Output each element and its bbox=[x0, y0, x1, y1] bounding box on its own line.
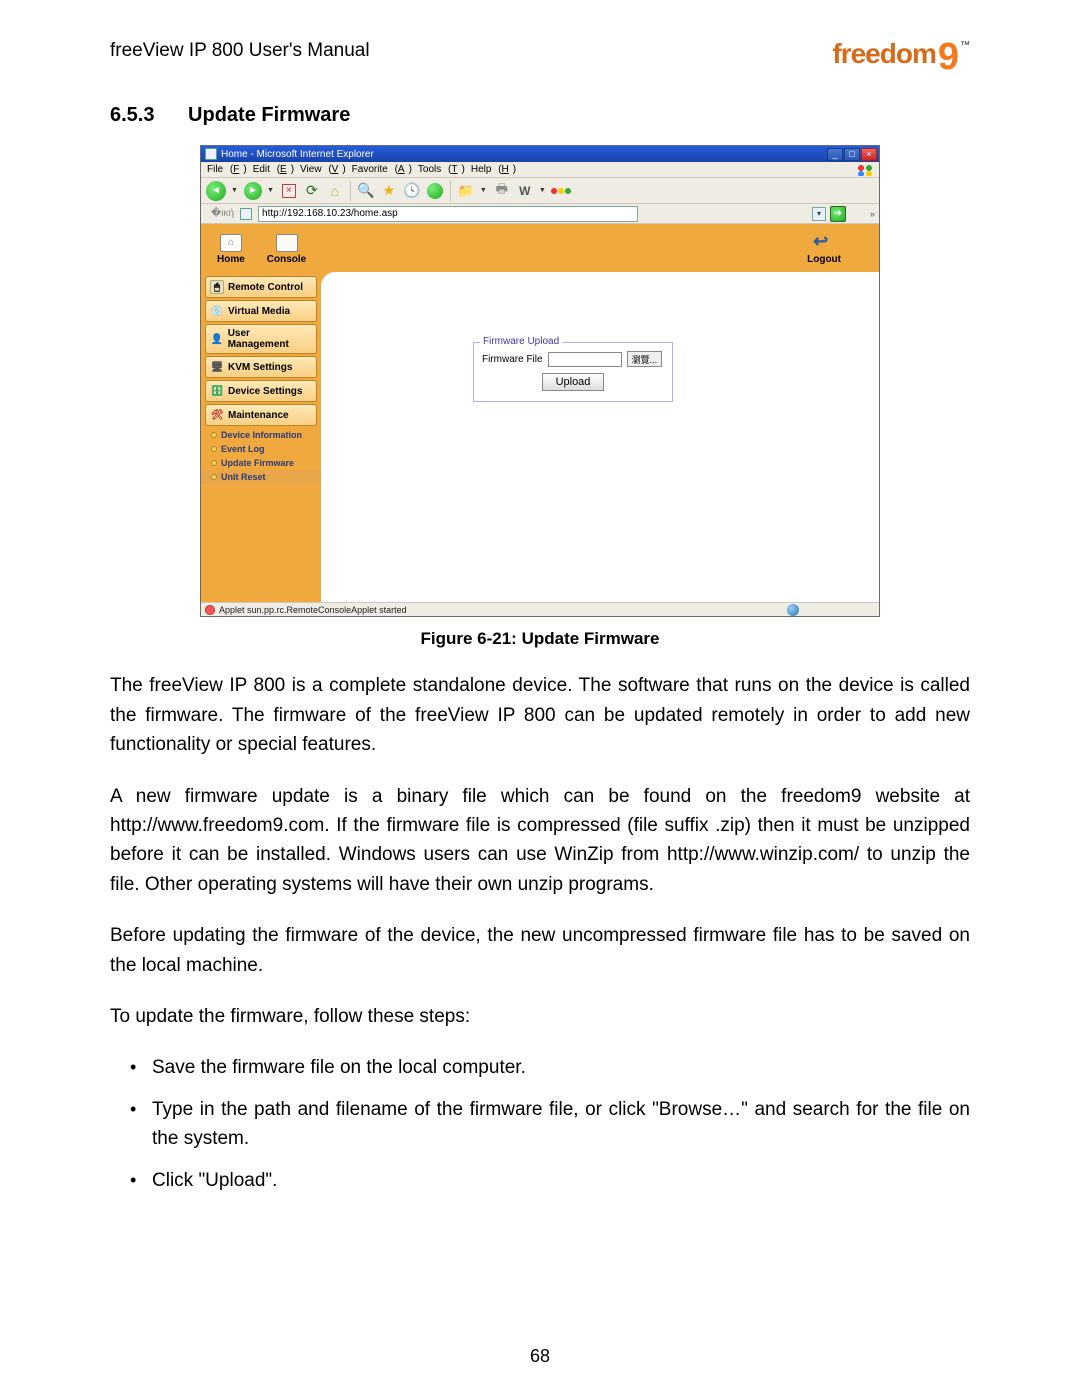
logo-digit: 9 bbox=[938, 40, 959, 74]
sidebar-sub-event-log[interactable]: Event Log bbox=[201, 442, 321, 456]
remote-control-icon: 🖱 bbox=[210, 280, 224, 294]
virtual-media-icon: 💿 bbox=[210, 304, 224, 318]
logout-icon: ↩ bbox=[813, 234, 835, 252]
close-button[interactable]: × bbox=[861, 148, 877, 161]
address-input[interactable]: http://192.168.10.23/home.asp bbox=[258, 206, 638, 222]
firmware-legend: Firmware Upload bbox=[480, 336, 562, 347]
stop-button[interactable]: × bbox=[279, 181, 299, 201]
edit-dropdown[interactable]: ▼ bbox=[539, 187, 546, 194]
sidebar-item-user-management[interactable]: 👤 User Management bbox=[205, 324, 317, 354]
toolbar-separator bbox=[350, 181, 351, 201]
java-icon bbox=[205, 605, 215, 615]
logo-word: freedom bbox=[832, 40, 935, 68]
nav-home[interactable]: ⌂ Home bbox=[217, 234, 245, 265]
bullet-icon bbox=[211, 446, 217, 452]
back-dropdown[interactable]: ▼ bbox=[231, 187, 238, 194]
steps-list: Save the firmware file on the local comp… bbox=[110, 1054, 970, 1196]
bullet-icon bbox=[211, 474, 217, 480]
print-button[interactable]: 🖶 bbox=[492, 181, 512, 201]
main-panel: Firmware Upload Firmware File 瀏覽... Uplo… bbox=[321, 272, 879, 602]
home-button[interactable]: ⌂ bbox=[325, 181, 345, 201]
nav-logout[interactable]: ↩ Logout bbox=[807, 234, 841, 265]
address-dropdown[interactable]: ▾ bbox=[812, 207, 826, 221]
sidebar-item-remote-control[interactable]: 🖱 Remote Control bbox=[205, 276, 317, 298]
sidebar-sub-unit-reset[interactable]: Unit Reset bbox=[201, 470, 321, 484]
refresh-button[interactable]: ⟳ bbox=[302, 181, 322, 201]
console-icon bbox=[276, 234, 298, 252]
sidebar-item-device-settings[interactable]: 🗄 Device Settings bbox=[205, 380, 317, 402]
status-text: Applet sun.pp.rc.RemoteConsoleApplet sta… bbox=[219, 605, 407, 615]
menubar: File (F) Edit (E) View (V) Favorite (A) … bbox=[201, 162, 879, 178]
paragraph-4: To update the firmware, follow these ste… bbox=[110, 1002, 970, 1031]
firmware-file-input[interactable] bbox=[548, 352, 622, 367]
firmware-file-label: Firmware File bbox=[482, 354, 543, 365]
menu-tools[interactable]: Tools (T) bbox=[418, 164, 465, 175]
device-settings-icon: 🗄 bbox=[210, 384, 224, 398]
menu-favorite[interactable]: Favorite (A) bbox=[352, 164, 412, 175]
toolbar-overflow-icon[interactable]: » bbox=[870, 209, 873, 219]
sidebar-item-virtual-media[interactable]: 💿 Virtual Media bbox=[205, 300, 317, 322]
menu-edit[interactable]: Edit (E) bbox=[253, 164, 294, 175]
page-body: ⌂ Home Console ↩ Logout 🖱 Remote Control… bbox=[201, 224, 879, 602]
kvm-settings-icon: 🖥 bbox=[210, 360, 224, 374]
internet-zone-icon bbox=[787, 604, 799, 616]
favorites-button[interactable]: ★ bbox=[379, 181, 399, 201]
section-title: Update Firmware bbox=[188, 104, 350, 126]
list-item: Type in the path and filename of the fir… bbox=[130, 1096, 970, 1153]
browse-button[interactable]: 瀏覽... bbox=[627, 351, 663, 367]
toolbar-separator bbox=[450, 181, 451, 201]
history-button[interactable]: 🕓 bbox=[402, 181, 422, 201]
window-title: Home - Microsoft Internet Explorer bbox=[221, 149, 374, 160]
user-management-icon: 👤 bbox=[210, 332, 224, 346]
figure-caption: Figure 6-21: Update Firmware bbox=[110, 629, 970, 649]
back-button[interactable]: ◄ bbox=[205, 180, 227, 202]
go-button[interactable]: ➜ bbox=[830, 206, 846, 222]
page-number: 68 bbox=[0, 1346, 1080, 1367]
section-heading: 6.5.3 Update Firmware bbox=[110, 104, 970, 127]
maintenance-icon: 🛠 bbox=[210, 408, 224, 422]
section-number: 6.5.3 bbox=[110, 104, 154, 126]
sidebar-item-kvm-settings[interactable]: 🖥 KVM Settings bbox=[205, 356, 317, 378]
status-bar: Applet sun.pp.rc.RemoteConsoleApplet sta… bbox=[201, 602, 879, 616]
menu-view[interactable]: View (V) bbox=[300, 164, 346, 175]
window-titlebar: Home - Microsoft Internet Explorer _ □ × bbox=[201, 146, 879, 162]
search-button[interactable]: 🔍 bbox=[356, 181, 376, 201]
bullet-icon bbox=[211, 460, 217, 466]
firmware-upload-fieldset: Firmware Upload Firmware File 瀏覽... Uplo… bbox=[473, 342, 673, 402]
forward-dropdown[interactable]: ▼ bbox=[267, 187, 274, 194]
menu-file[interactable]: File (F) bbox=[207, 164, 247, 175]
maximize-button[interactable]: □ bbox=[844, 148, 860, 161]
forward-button[interactable]: ► bbox=[243, 181, 263, 201]
list-item: Save the firmware file on the local comp… bbox=[130, 1054, 970, 1083]
sidebar: 🖱 Remote Control 💿 Virtual Media 👤 User … bbox=[201, 274, 321, 602]
screenshot-figure: Home - Microsoft Internet Explorer _ □ ×… bbox=[200, 145, 880, 617]
sidebar-sub-device-information[interactable]: Device Information bbox=[201, 428, 321, 442]
bullet-icon bbox=[211, 432, 217, 438]
home-icon: ⌂ bbox=[220, 234, 242, 252]
toolbar: ◄ ▼ ► ▼ × ⟳ ⌂ 🔍 ★ 🕓 📁 ▼ 🖶 W ▼ bbox=[201, 178, 879, 204]
media-button[interactable] bbox=[425, 181, 445, 201]
nav-console[interactable]: Console bbox=[267, 234, 306, 265]
doc-header-title: freeView IP 800 User's Manual bbox=[110, 40, 370, 62]
sidebar-sub-update-firmware[interactable]: Update Firmware bbox=[201, 456, 321, 470]
windows-flag-icon bbox=[857, 164, 875, 176]
upload-button[interactable]: Upload bbox=[542, 373, 604, 391]
address-bar: �ική http://192.168.10.23/home.asp ▾ ➜ » bbox=[201, 204, 879, 224]
edit-button[interactable]: W bbox=[515, 181, 535, 201]
sidebar-item-maintenance[interactable]: 🛠 Maintenance bbox=[205, 404, 317, 426]
paragraph-1: The freeView IP 800 is a complete standa… bbox=[110, 671, 970, 759]
paragraph-2: A new firmware update is a binary file w… bbox=[110, 782, 970, 900]
address-label-icon: �ική bbox=[211, 208, 234, 219]
folder-button[interactable]: 📁 bbox=[456, 181, 476, 201]
page-icon bbox=[240, 208, 252, 220]
page-icon bbox=[205, 148, 217, 160]
minimize-button[interactable]: _ bbox=[827, 148, 843, 161]
folder-dropdown[interactable]: ▼ bbox=[480, 187, 487, 194]
paragraph-3: Before updating the firmware of the devi… bbox=[110, 921, 970, 980]
list-item: Click "Upload". bbox=[130, 1167, 970, 1196]
logo: freedom 9 ™ bbox=[832, 40, 970, 74]
messenger-button[interactable] bbox=[551, 181, 571, 201]
trademark-symbol: ™ bbox=[960, 40, 970, 51]
menu-help[interactable]: Help (H) bbox=[471, 164, 516, 175]
